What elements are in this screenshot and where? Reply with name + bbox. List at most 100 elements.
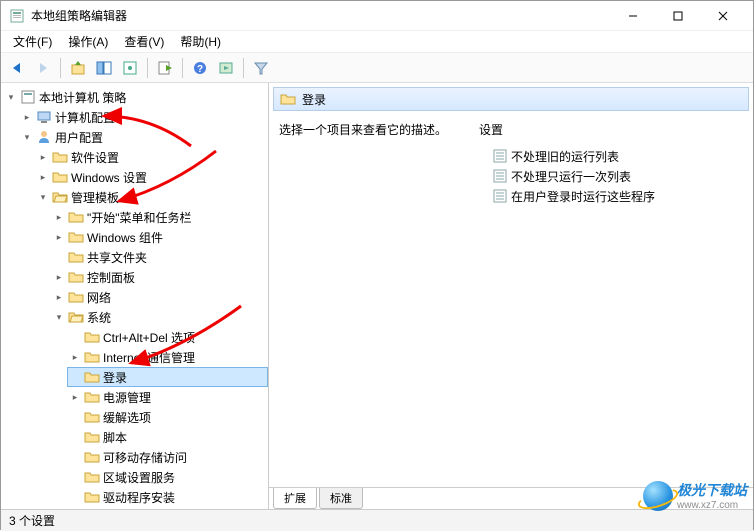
up-button[interactable] bbox=[66, 56, 90, 80]
separator bbox=[147, 58, 148, 78]
folder-icon bbox=[84, 449, 100, 465]
content: ▾ 本地计算机 策略 ▸ 计算机配置 bbox=[1, 83, 753, 509]
tree-computer-config[interactable]: ▸ 计算机配置 bbox=[19, 107, 268, 127]
tree-system[interactable]: ▾系统 bbox=[51, 307, 268, 327]
separator bbox=[182, 58, 183, 78]
toolbar: ? bbox=[1, 53, 753, 83]
menu-view[interactable]: 查看(V) bbox=[118, 31, 170, 52]
tree-ctrlaltdel[interactable]: ▸Ctrl+Alt+Del 选项 bbox=[67, 327, 268, 347]
menu-action[interactable]: 操作(A) bbox=[62, 31, 114, 52]
properties-button[interactable] bbox=[118, 56, 142, 80]
setting-label: 在用户登录时运行这些程序 bbox=[511, 188, 655, 205]
menubar: 文件(F) 操作(A) 查看(V) 帮助(H) bbox=[1, 31, 753, 53]
tree-removable[interactable]: ▸可移动存储访问 bbox=[67, 447, 268, 467]
setting-item[interactable]: 在用户登录时运行这些程序 bbox=[479, 186, 743, 206]
minimize-button[interactable] bbox=[610, 2, 655, 30]
right-body: 选择一个项目来查看它的描述。 设置 不处理旧的运行列表 不处理只运行一次列表 在… bbox=[269, 115, 753, 487]
tree-control-panel[interactable]: ▸控制面板 bbox=[51, 267, 268, 287]
options-button[interactable] bbox=[214, 56, 238, 80]
folder-icon bbox=[280, 91, 296, 107]
folder-icon bbox=[84, 389, 100, 405]
expand-icon[interactable]: ▸ bbox=[37, 171, 49, 183]
separator bbox=[243, 58, 244, 78]
tab-standard[interactable]: 标准 bbox=[319, 488, 363, 509]
tab-extended[interactable]: 扩展 bbox=[273, 488, 317, 509]
folder-icon bbox=[84, 349, 100, 365]
tree-internet-comm[interactable]: ▸Internet 通信管理 bbox=[67, 347, 268, 367]
menu-file[interactable]: 文件(F) bbox=[7, 31, 58, 52]
folder-icon bbox=[52, 149, 68, 165]
forward-button[interactable] bbox=[31, 56, 55, 80]
expand-icon[interactable]: ▸ bbox=[21, 111, 33, 123]
tree-software-settings[interactable]: ▸软件设置 bbox=[35, 147, 268, 167]
expand-icon[interactable]: ▸ bbox=[69, 351, 81, 363]
status-text: 3 个设置 bbox=[9, 512, 55, 529]
tree: ▾ 本地计算机 策略 ▸ 计算机配置 bbox=[1, 87, 268, 507]
tree-user-config[interactable]: ▾ 用户配置 bbox=[19, 127, 268, 147]
collapse-icon[interactable]: ▾ bbox=[5, 91, 17, 103]
settings-header: 设置 bbox=[479, 121, 743, 138]
export-button[interactable] bbox=[153, 56, 177, 80]
expand-icon[interactable]: ▸ bbox=[37, 151, 49, 163]
tree-locale[interactable]: ▸区域设置服务 bbox=[67, 467, 268, 487]
setting-item[interactable]: 不处理旧的运行列表 bbox=[479, 146, 743, 166]
tree-root[interactable]: ▾ 本地计算机 策略 bbox=[3, 87, 268, 107]
description-text: 选择一个项目来查看它的描述。 bbox=[279, 121, 469, 138]
watermark: 极光下载站 www.xz7.com bbox=[643, 480, 747, 511]
back-button[interactable] bbox=[5, 56, 29, 80]
expand-icon[interactable]: ▸ bbox=[53, 231, 65, 243]
right-header-title: 登录 bbox=[302, 91, 326, 108]
right-header: 登录 bbox=[273, 87, 749, 111]
right-pane: 登录 选择一个项目来查看它的描述。 设置 不处理旧的运行列表 不处理只运行一次列… bbox=[269, 83, 753, 509]
policy-icon bbox=[20, 89, 36, 105]
folder-icon bbox=[68, 249, 84, 265]
statusbar: 3 个设置 bbox=[1, 509, 753, 531]
folder-icon bbox=[68, 209, 84, 225]
filter-button[interactable] bbox=[249, 56, 273, 80]
collapse-icon[interactable]: ▾ bbox=[37, 191, 49, 203]
window-title: 本地组策略编辑器 bbox=[31, 7, 610, 24]
setting-icon bbox=[493, 189, 507, 203]
app-icon bbox=[9, 8, 25, 24]
globe-icon bbox=[643, 481, 673, 511]
setting-icon bbox=[493, 149, 507, 163]
expand-icon[interactable]: ▸ bbox=[69, 391, 81, 403]
tree-start-taskbar[interactable]: ▸"开始"菜单和任务栏 bbox=[51, 207, 268, 227]
tree-logon[interactable]: ▸登录 bbox=[67, 367, 268, 387]
folder-icon bbox=[68, 229, 84, 245]
close-button[interactable] bbox=[700, 2, 745, 30]
show-hide-tree-button[interactable] bbox=[92, 56, 116, 80]
collapse-icon[interactable]: ▾ bbox=[53, 311, 65, 323]
maximize-button[interactable] bbox=[655, 2, 700, 30]
folder-icon bbox=[84, 409, 100, 425]
tree-windows-settings[interactable]: ▸Windows 设置 bbox=[35, 167, 268, 187]
folder-icon bbox=[84, 489, 100, 505]
expand-icon[interactable]: ▸ bbox=[53, 211, 65, 223]
folder-icon bbox=[68, 269, 84, 285]
folder-open-icon bbox=[52, 189, 68, 205]
tree-shared-folders[interactable]: ▸共享文件夹 bbox=[51, 247, 268, 267]
tree-network[interactable]: ▸网络 bbox=[51, 287, 268, 307]
settings-column: 设置 不处理旧的运行列表 不处理只运行一次列表 在用户登录时运行这些程序 bbox=[479, 121, 743, 481]
folder-icon bbox=[68, 289, 84, 305]
expand-icon[interactable]: ▸ bbox=[53, 271, 65, 283]
help-button[interactable]: ? bbox=[188, 56, 212, 80]
expand-icon[interactable]: ▸ bbox=[53, 291, 65, 303]
tree-power[interactable]: ▸电源管理 bbox=[67, 387, 268, 407]
watermark-url: www.xz7.com bbox=[677, 500, 747, 511]
folder-icon bbox=[84, 329, 100, 345]
collapse-icon[interactable]: ▾ bbox=[21, 131, 33, 143]
menu-help[interactable]: 帮助(H) bbox=[174, 31, 227, 52]
setting-item[interactable]: 不处理只运行一次列表 bbox=[479, 166, 743, 186]
setting-label: 不处理旧的运行列表 bbox=[511, 148, 619, 165]
tree-admin-templates[interactable]: ▾管理模板 bbox=[35, 187, 268, 207]
tree-windows-components[interactable]: ▸Windows 组件 bbox=[51, 227, 268, 247]
tree-scripts[interactable]: ▸脚本 bbox=[67, 427, 268, 447]
tree-pane[interactable]: ▾ 本地计算机 策略 ▸ 计算机配置 bbox=[1, 83, 269, 509]
watermark-name: 极光下载站 bbox=[677, 482, 747, 498]
tree-mitigation[interactable]: ▸缓解选项 bbox=[67, 407, 268, 427]
tree-driver-install[interactable]: ▸驱动程序安装 bbox=[67, 487, 268, 507]
svg-text:?: ? bbox=[197, 64, 203, 75]
computer-icon bbox=[36, 109, 52, 125]
user-icon bbox=[36, 129, 52, 145]
